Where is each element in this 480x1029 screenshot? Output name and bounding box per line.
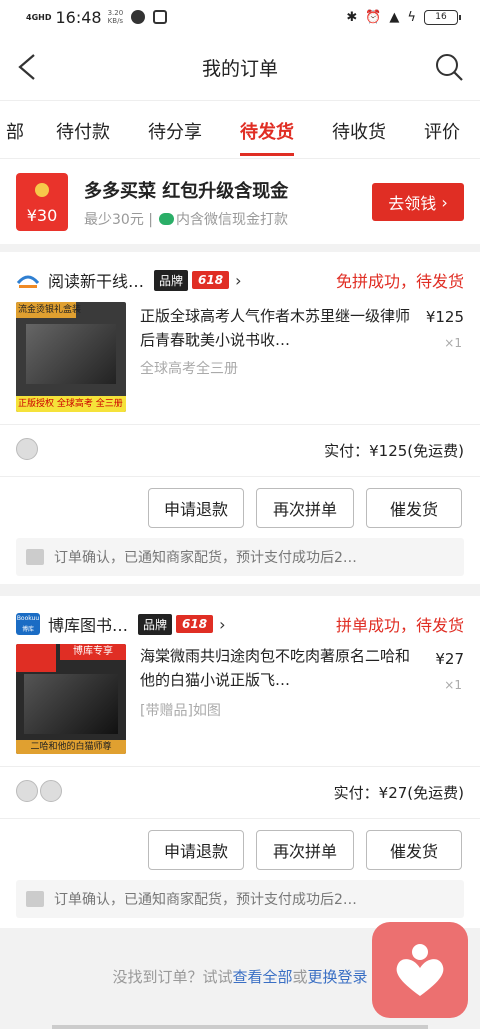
nav-header: 我的订单: [0, 34, 480, 100]
apply-refund-button[interactable]: 申请退款: [148, 488, 244, 528]
image-top-label: 博库专享: [60, 644, 126, 660]
urge-shipment-button[interactable]: 催发货: [366, 488, 462, 528]
charging-icon: ϟ: [407, 9, 416, 25]
promo-banner[interactable]: ¥30 多多买菜 红包升级含现金 最少30元 | 内含微信现金打款 去领钱 ›: [0, 158, 480, 244]
order-status: 拼单成功，待发货: [335, 616, 464, 635]
reorder-button[interactable]: 再次拼单: [256, 830, 354, 870]
reorder-button[interactable]: 再次拼单: [256, 488, 354, 528]
product-title[interactable]: 海棠微雨共归途肉包不吃肉著原名二哈和他的白猫小说正版飞…: [140, 644, 410, 692]
promo-title: 多多买菜 红包升级含现金: [84, 181, 289, 202]
red-envelope-icon: ¥30: [16, 173, 68, 231]
truck-icon: [26, 891, 44, 907]
store-logo: [16, 269, 40, 291]
battery-icon: 16: [424, 9, 461, 25]
avatar: [16, 780, 38, 802]
signal-icon: ▲: [389, 9, 400, 25]
wechat-icon: [159, 213, 174, 225]
envelope-amount: ¥30: [26, 206, 58, 225]
bluetooth-icon: ✱: [346, 9, 358, 25]
product-price: ¥27: [435, 650, 464, 668]
promo-618-badge: 618: [192, 271, 230, 289]
store-logo: Bookuu 博库: [16, 613, 40, 635]
tab-pending-receipt[interactable]: 待收货: [332, 118, 386, 144]
order-status: 免拼成功，待发货: [335, 272, 464, 291]
order-card: Bookuu 博库 博库图书… 品牌 618 › 拼单成功，待发货 博库专享 二…: [0, 596, 480, 928]
image-bottom-label: 正版授权 全球高考 全三册: [16, 396, 126, 412]
clock: 16:48: [55, 7, 102, 27]
book-box-art: [26, 324, 116, 384]
view-all-link[interactable]: 查看全部: [232, 968, 292, 986]
page-title: 我的订单: [201, 57, 278, 80]
brand-badge: 品牌: [154, 269, 189, 291]
app-s-icon: [153, 10, 168, 24]
product-image[interactable]: 博库专享 二哈和他的白猫师尊: [16, 644, 126, 754]
image-corner-badge: [16, 644, 56, 672]
product-spec: 全球高考全三册: [140, 361, 238, 377]
tab-review[interactable]: 评价: [424, 118, 460, 144]
alarm-icon: ⏰: [365, 9, 382, 25]
product-spec: [带赠品]如图: [140, 703, 221, 719]
store-name: 阅读新干线…: [48, 272, 145, 291]
chevron-right-icon: ›: [219, 614, 226, 634]
divider: [0, 424, 480, 425]
product-quantity: ×1: [444, 336, 462, 350]
store-name: 博库图书…: [48, 616, 129, 635]
image-bottom-label: 二哈和他的白猫师尊: [16, 740, 126, 754]
divider: [0, 818, 480, 819]
divider: [0, 476, 480, 477]
status-bar: 4GHD 16:48 3.20 KB/s ✱ ⏰ ▲ ϟ 16: [0, 0, 480, 34]
app-notification-icon: [131, 10, 146, 24]
network-indicator: 4GHD: [26, 12, 52, 22]
apply-refund-button[interactable]: 申请退款: [148, 830, 244, 870]
paid-amount: 实付：¥125(免运费): [324, 442, 464, 460]
order-notice[interactable]: 订单确认，已通知商家配货，预计支付成功后2…: [16, 880, 464, 918]
back-arrow-icon[interactable]: [14, 52, 42, 82]
status-right: ✱ ⏰ ▲ ϟ 16: [346, 9, 461, 25]
divider: [0, 766, 480, 767]
product-price: ¥125: [425, 308, 464, 326]
claim-money-button[interactable]: 去领钱 ›: [372, 183, 464, 221]
chevron-right-icon: ›: [235, 270, 242, 290]
tab-pending-shipment[interactable]: 待发货: [240, 118, 294, 156]
promo-subtitle: 最少30元 | 内含微信现金打款: [84, 212, 288, 228]
heart-icon: [396, 944, 444, 996]
truck-icon: [26, 549, 44, 565]
product-quantity: ×1: [444, 678, 462, 692]
net-speed: 3.20 KB/s: [107, 9, 124, 25]
book-cover-art: [24, 674, 118, 734]
avatar: [16, 438, 38, 460]
bottom-scroll-indicator: [52, 1025, 428, 1029]
product-image[interactable]: 流金烫银礼盒装 正版授权 全球高考 全三册: [16, 302, 126, 412]
search-icon[interactable]: [434, 52, 464, 82]
order-card: 阅读新干线… 品牌 618 › 免拼成功，待发货 流金烫银礼盒装 正版授权 全球…: [0, 252, 480, 584]
tab-all[interactable]: 部: [6, 118, 24, 144]
promo-618-badge: 618: [176, 615, 214, 633]
tab-pending-payment[interactable]: 待付款: [56, 118, 110, 144]
floating-heart-button[interactable]: [372, 922, 468, 1018]
urge-shipment-button[interactable]: 催发货: [366, 830, 462, 870]
order-tabs: 部 待付款 待分享 待发货 待收货 评价: [0, 100, 480, 158]
order-notice[interactable]: 订单确认，已通知商家配货，预计支付成功后2…: [16, 538, 464, 576]
product-title[interactable]: 正版全球高考人气作者木苏里继一级律师后青春耽美小说书收…: [140, 304, 410, 352]
paid-amount: 实付：¥27(免运费): [333, 784, 464, 802]
avatar: [40, 780, 62, 802]
coin-icon: [35, 183, 49, 197]
switch-login-link[interactable]: 更换登录: [308, 968, 368, 986]
brand-badge: 品牌: [138, 613, 173, 635]
image-top-label: 流金烫银礼盒装: [16, 302, 81, 318]
tab-pending-share[interactable]: 待分享: [148, 118, 202, 144]
